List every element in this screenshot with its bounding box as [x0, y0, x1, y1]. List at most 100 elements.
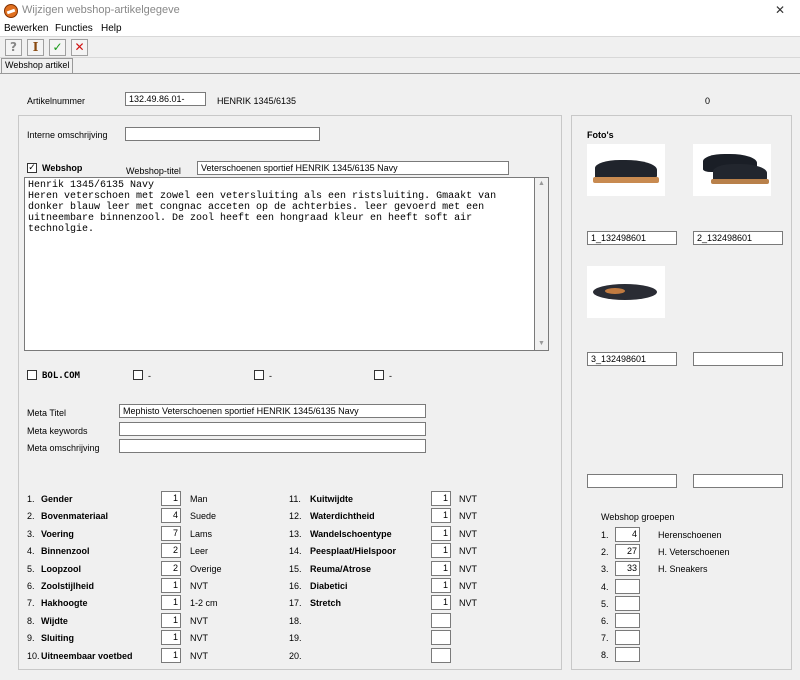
webshop-checkbox[interactable]: ✓ [27, 163, 37, 173]
attribute-name: Binnenzool [41, 546, 90, 557]
attribute-value-field[interactable]: 1 [161, 612, 181, 628]
ok-button[interactable]: ✓ [49, 39, 66, 56]
article-name: HENRIK 1345/6135 [217, 96, 297, 106]
attribute-value-field[interactable] [431, 612, 451, 628]
attribute-value-field[interactable]: 1 [431, 491, 451, 506]
attribute-name: Diabetici [310, 581, 348, 591]
webshop-titel-field[interactable]: Veterschoenen sportief HENRIK 1345/6135 … [197, 161, 509, 175]
photo-3[interactable] [587, 266, 665, 318]
photo-1[interactable] [587, 144, 665, 196]
photo-4-name[interactable] [693, 352, 783, 366]
channel-4-label: - [389, 371, 392, 381]
groep-value-field[interactable] [615, 613, 640, 628]
attribute-value-field[interactable]: 1 [431, 578, 451, 593]
meta-titel-field[interactable]: Mephisto Veterschoenen sportief HENRIK 1… [119, 404, 426, 418]
attribute-name: Voering [41, 528, 74, 539]
groep-number: 6. [601, 616, 609, 626]
attribute-number: 7. [27, 598, 35, 609]
menu-bewerken[interactable]: Bewerken [4, 23, 48, 34]
attribute-number: 17. [289, 598, 302, 609]
groep-value-field[interactable]: 27 [615, 544, 640, 560]
attribute-name: Gender [41, 494, 73, 504]
channel-4-checkbox[interactable] [374, 370, 384, 380]
attribute-value-text: NVT [459, 528, 477, 539]
scroll-up-icon[interactable]: ▲ [538, 180, 545, 187]
close-icon[interactable]: ✕ [775, 3, 785, 17]
attribute-value-field[interactable]: 1 [431, 595, 451, 611]
menu-functies[interactable]: Functies [55, 23, 93, 34]
attribute-value-text: NVT [459, 563, 477, 574]
attribute-value-field[interactable]: 1 [431, 560, 451, 576]
tab-webshop-artikel[interactable]: Webshop artikel [1, 58, 74, 73]
attribute-number: 12. [289, 511, 302, 522]
attribute-number: 10. [27, 650, 40, 661]
attribute-value-text: NVT [190, 650, 208, 661]
attribute-value-field[interactable] [431, 647, 451, 663]
attribute-value-text: Overige [190, 563, 222, 574]
groep-name: H. Veterschoenen [658, 547, 730, 558]
attribute-value-field[interactable]: 1 [431, 508, 451, 524]
attribute-number: 3. [27, 528, 35, 539]
channel-2-label: - [148, 371, 151, 381]
description-textarea[interactable]: Henrik 1345/6135 Navy Heren veterschoen … [24, 177, 535, 351]
menu-help[interactable]: Help [101, 23, 122, 34]
attribute-value-field[interactable]: 7 [161, 525, 181, 541]
cancel-button[interactable]: ✕ [71, 39, 88, 56]
groep-number: 1. [601, 530, 609, 540]
attribute-value-field[interactable]: 4 [161, 508, 181, 524]
webshop-label: Webshop [42, 163, 83, 173]
artikelnummer-label: Artikelnummer [27, 96, 86, 106]
attribute-value-text: Suede [190, 511, 217, 522]
attribute-number: 2. [27, 511, 35, 522]
attribute-value-field[interactable]: 1 [431, 525, 451, 541]
attribute-value-field[interactable]: 2 [161, 543, 181, 559]
app-logo-icon [4, 4, 18, 18]
attribute-value-field[interactable]: 2 [161, 560, 181, 576]
attribute-value-field[interactable]: 1 [161, 630, 181, 646]
groep-value-field[interactable] [615, 647, 640, 663]
groep-name: Herenschoenen [658, 530, 722, 540]
scroll-down-icon[interactable]: ▼ [538, 340, 545, 347]
photo-2[interactable] [693, 144, 771, 196]
attribute-value-text: Leer [190, 546, 209, 557]
help-button[interactable]: ? [5, 39, 22, 56]
attribute-value-field[interactable] [431, 630, 451, 646]
attribute-value-field[interactable]: 1 [161, 578, 181, 593]
photo-5-name[interactable] [587, 474, 677, 488]
attribute-name: Kuitwijdte [310, 494, 353, 504]
bolcom-checkbox[interactable] [27, 370, 37, 380]
attribute-name: Sluiting [41, 633, 74, 644]
groep-value-field[interactable] [615, 630, 640, 646]
photo-2-name[interactable]: 2_132498601 [693, 231, 783, 245]
attribute-number: 5. [27, 563, 35, 574]
groep-number: 5. [601, 598, 609, 609]
groep-value-field[interactable] [615, 578, 640, 594]
attribute-number: 18. [289, 615, 302, 626]
groep-value-field[interactable] [615, 595, 640, 611]
groep-value-field[interactable]: 4 [615, 527, 640, 542]
menu-bar: Bewerken Functies Help [0, 22, 800, 36]
photo-1-name[interactable]: 1_132498601 [587, 231, 677, 245]
attribute-name: Wijdte [41, 615, 68, 626]
attribute-value-field[interactable]: 1 [161, 491, 181, 506]
groep-value-field[interactable]: 33 [615, 561, 640, 577]
attribute-number: 11. [289, 494, 301, 504]
artikelnummer-field[interactable]: 132.49.86.01- [125, 92, 206, 106]
attribute-value-field[interactable]: 1 [161, 595, 181, 611]
attribute-value-field[interactable]: 1 [431, 543, 451, 559]
info-button[interactable]: I [27, 39, 44, 56]
interne-omschrijving-field[interactable] [125, 127, 320, 141]
description-scrollbar[interactable]: ▲ ▼ [535, 177, 549, 351]
window-title: Wijzigen webshop-artikelgegeve [22, 4, 180, 16]
photo-3-name[interactable]: 3_132498601 [587, 352, 677, 366]
meta-keywords-field[interactable] [119, 422, 426, 436]
photo-6-name[interactable] [693, 474, 783, 488]
channel-2-checkbox[interactable] [133, 370, 143, 380]
bolcom-label: BOL.COM [42, 371, 80, 381]
meta-omschrijving-field[interactable] [119, 439, 426, 453]
attribute-number: 14. [289, 546, 302, 557]
channel-3-checkbox[interactable] [254, 370, 264, 380]
attribute-number: 16. [289, 581, 302, 591]
groep-number: 2. [601, 547, 609, 558]
attribute-value-field[interactable]: 1 [161, 647, 181, 663]
